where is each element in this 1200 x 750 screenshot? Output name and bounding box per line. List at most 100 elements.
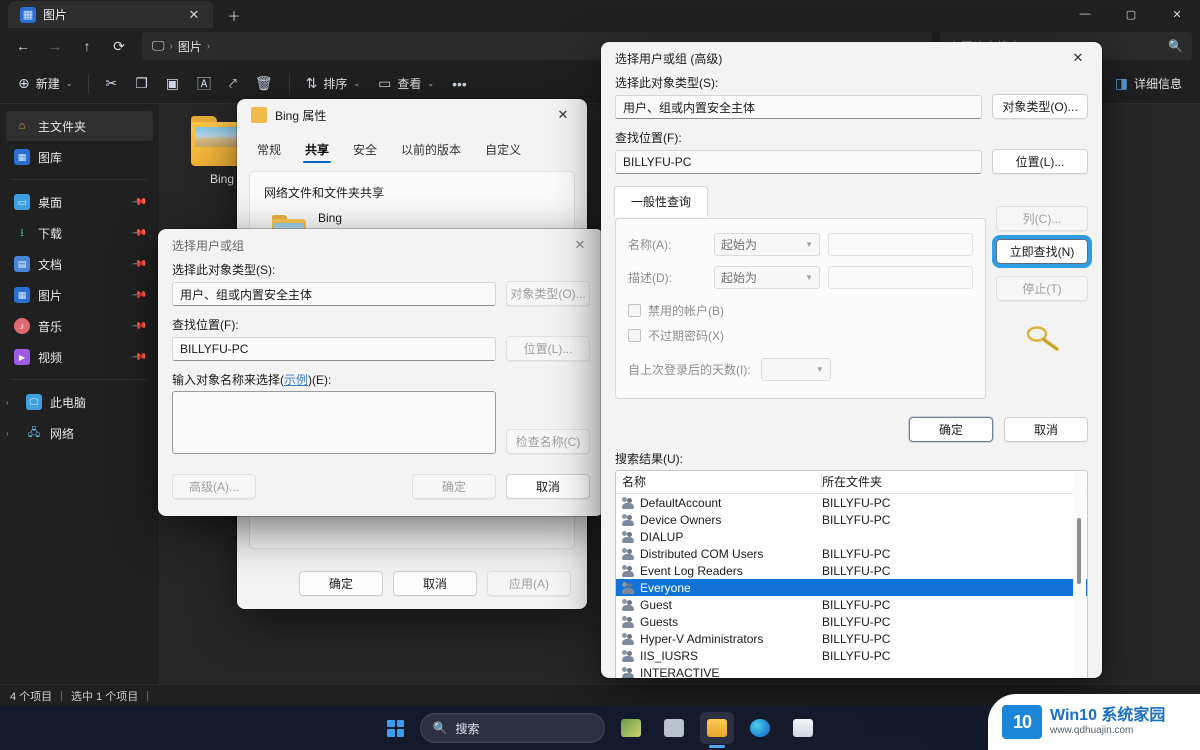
- common-queries-tab[interactable]: 一般性查询: [614, 186, 708, 217]
- taskbar-search[interactable]: 🔍 搜索: [420, 713, 605, 743]
- sort-button[interactable]: ⇅ 排序 ⌄: [298, 69, 368, 99]
- find-now-button[interactable]: 立即查找(N): [996, 239, 1088, 264]
- non-expiring-password-checkbox-row[interactable]: 不过期密码(X): [628, 327, 973, 344]
- new-tab-button[interactable]: ＋: [223, 5, 245, 25]
- close-icon[interactable]: ✕: [183, 5, 205, 25]
- object-types-button[interactable]: 对象类型(O)...: [506, 281, 590, 306]
- taskbar-store[interactable]: [786, 712, 820, 744]
- up-button[interactable]: ↑: [72, 32, 102, 60]
- close-icon[interactable]: ✕: [543, 100, 583, 131]
- tab-previous-versions[interactable]: 以前的版本: [399, 137, 463, 165]
- table-row[interactable]: Device Owners BILLYFU-PC: [616, 511, 1087, 528]
- tab-general[interactable]: 常规: [255, 137, 283, 165]
- object-types-button[interactable]: 对象类型(O)...: [992, 94, 1088, 119]
- taskbar-file-explorer[interactable]: [700, 712, 734, 744]
- object-type-value[interactable]: 用户、组或内置安全主体: [615, 95, 982, 119]
- check-names-button[interactable]: 检查名称(C): [506, 429, 590, 454]
- sidebar-item-pictures[interactable]: ▦ 图片 📌: [6, 280, 153, 310]
- description-input[interactable]: [828, 266, 973, 289]
- disabled-accounts-checkbox-row[interactable]: 禁用的帐户(B): [628, 302, 973, 319]
- locations-button[interactable]: 位置(L)...: [992, 149, 1088, 174]
- location-value[interactable]: BILLYFU-PC: [172, 337, 496, 361]
- ok-button[interactable]: 确定: [412, 474, 496, 499]
- chevron-right-icon[interactable]: ›: [6, 429, 18, 438]
- new-button[interactable]: ⊕ 新建 ⌄: [10, 69, 80, 99]
- dialog-title-bar[interactable]: 选择用户或组 ✕: [158, 229, 604, 261]
- name-input[interactable]: [828, 233, 973, 256]
- table-row-selected[interactable]: Everyone: [616, 579, 1087, 596]
- taskbar-task-view[interactable]: [657, 712, 691, 744]
- table-row[interactable]: Guests BILLYFU-PC: [616, 613, 1087, 630]
- tab-customize[interactable]: 自定义: [483, 137, 523, 165]
- search-icon[interactable]: 🔍: [1168, 39, 1183, 53]
- column-header-name[interactable]: 名称: [622, 473, 822, 490]
- sidebar-item-desktop[interactable]: ▭ 桌面 📌: [6, 187, 153, 217]
- close-icon[interactable]: ✕: [560, 230, 600, 261]
- columns-button[interactable]: 列(C)...: [996, 206, 1088, 231]
- name-operator-select[interactable]: 起始为 ▼: [714, 233, 820, 256]
- column-header-folder[interactable]: 所在文件夹: [822, 473, 1081, 490]
- table-row[interactable]: Hyper-V Administrators BILLYFU-PC: [616, 630, 1087, 647]
- table-row[interactable]: Distributed COM Users BILLYFU-PC: [616, 545, 1087, 562]
- advanced-button[interactable]: 高级(A)...: [172, 474, 256, 499]
- forward-button[interactable]: →: [40, 32, 70, 60]
- cancel-button[interactable]: 取消: [393, 571, 477, 596]
- days-since-login-select[interactable]: ▼: [761, 358, 831, 381]
- stop-button[interactable]: 停止(T): [996, 276, 1088, 301]
- sidebar-item-network[interactable]: › 🖧 网络: [6, 418, 153, 448]
- breadcrumb-current[interactable]: 图片: [178, 38, 202, 55]
- taskbar-widgets[interactable]: [614, 712, 648, 744]
- table-row[interactable]: DIALUP: [616, 528, 1087, 545]
- close-icon[interactable]: ✕: [1058, 43, 1098, 74]
- cut-button[interactable]: ✂: [97, 69, 125, 99]
- start-button[interactable]: [381, 713, 411, 743]
- maximize-icon[interactable]: ▢: [1108, 0, 1154, 28]
- tab-pictures[interactable]: ▦ 图片 ✕: [8, 1, 213, 28]
- sidebar-item-gallery[interactable]: ▦ 图库: [6, 142, 153, 172]
- sidebar-item-documents[interactable]: ▤ 文档 📌: [6, 249, 153, 279]
- cancel-button[interactable]: 取消: [1004, 417, 1088, 442]
- checkbox-icon[interactable]: [628, 304, 641, 317]
- scrollbar-thumb[interactable]: [1077, 518, 1081, 584]
- dialog-title-bar[interactable]: Bing 属性 ✕: [237, 99, 587, 131]
- sidebar-item-music[interactable]: ♪ 音乐 📌: [6, 311, 153, 341]
- locations-button[interactable]: 位置(L)...: [506, 336, 590, 361]
- delete-button[interactable]: 🗑: [247, 69, 281, 99]
- tab-sharing[interactable]: 共享: [303, 137, 331, 165]
- dialog-title-bar[interactable]: 选择用户或组 (高级) ✕: [601, 42, 1102, 74]
- close-icon[interactable]: ✕: [1154, 0, 1200, 28]
- taskbar-edge[interactable]: [743, 712, 777, 744]
- checkbox-icon[interactable]: [628, 329, 641, 342]
- sidebar-item-downloads[interactable]: ⭳ 下载 📌: [6, 218, 153, 248]
- details-pane-button[interactable]: ◨ 详细信息: [1107, 69, 1190, 99]
- table-row[interactable]: Event Log Readers BILLYFU-PC: [616, 562, 1087, 579]
- object-type-value[interactable]: 用户、组或内置安全主体: [172, 282, 496, 306]
- table-row[interactable]: IIS_IUSRS BILLYFU-PC: [616, 647, 1087, 664]
- copy-button[interactable]: ❐: [127, 69, 156, 99]
- view-button[interactable]: ▭ 查看 ⌄: [370, 69, 442, 99]
- ok-button[interactable]: 确定: [909, 417, 993, 442]
- chevron-right-icon[interactable]: ›: [6, 398, 18, 407]
- more-button[interactable]: •••: [444, 69, 475, 99]
- results-scrollbar[interactable]: [1073, 472, 1086, 678]
- table-row[interactable]: Guest BILLYFU-PC: [616, 596, 1087, 613]
- share-button[interactable]: ⤤: [221, 69, 245, 99]
- refresh-button[interactable]: ⟳: [104, 32, 134, 60]
- search-results-list[interactable]: 名称 所在文件夹 DefaultAccount BILLYFU-PC Devic…: [615, 470, 1088, 678]
- cancel-button[interactable]: 取消: [506, 474, 590, 499]
- sidebar-item-this-pc[interactable]: › 🖵 此电脑: [6, 387, 153, 417]
- location-value[interactable]: BILLYFU-PC: [615, 150, 982, 174]
- ok-button[interactable]: 确定: [299, 571, 383, 596]
- back-button[interactable]: ←: [8, 32, 38, 60]
- paste-button[interactable]: ▣: [158, 69, 187, 99]
- rename-button[interactable]: 🄰: [189, 69, 219, 99]
- description-operator-select[interactable]: 起始为 ▼: [714, 266, 820, 289]
- tab-security[interactable]: 安全: [351, 137, 379, 165]
- object-names-input[interactable]: [172, 391, 496, 454]
- sidebar-item-videos[interactable]: ▶ 视频 📌: [6, 342, 153, 372]
- minimize-icon[interactable]: —: [1062, 0, 1108, 28]
- apply-button[interactable]: 应用(A): [487, 571, 571, 596]
- table-row[interactable]: DefaultAccount BILLYFU-PC: [616, 494, 1087, 511]
- sidebar-item-home[interactable]: ⌂ 主文件夹: [6, 111, 153, 141]
- table-row[interactable]: INTERACTIVE: [616, 664, 1087, 678]
